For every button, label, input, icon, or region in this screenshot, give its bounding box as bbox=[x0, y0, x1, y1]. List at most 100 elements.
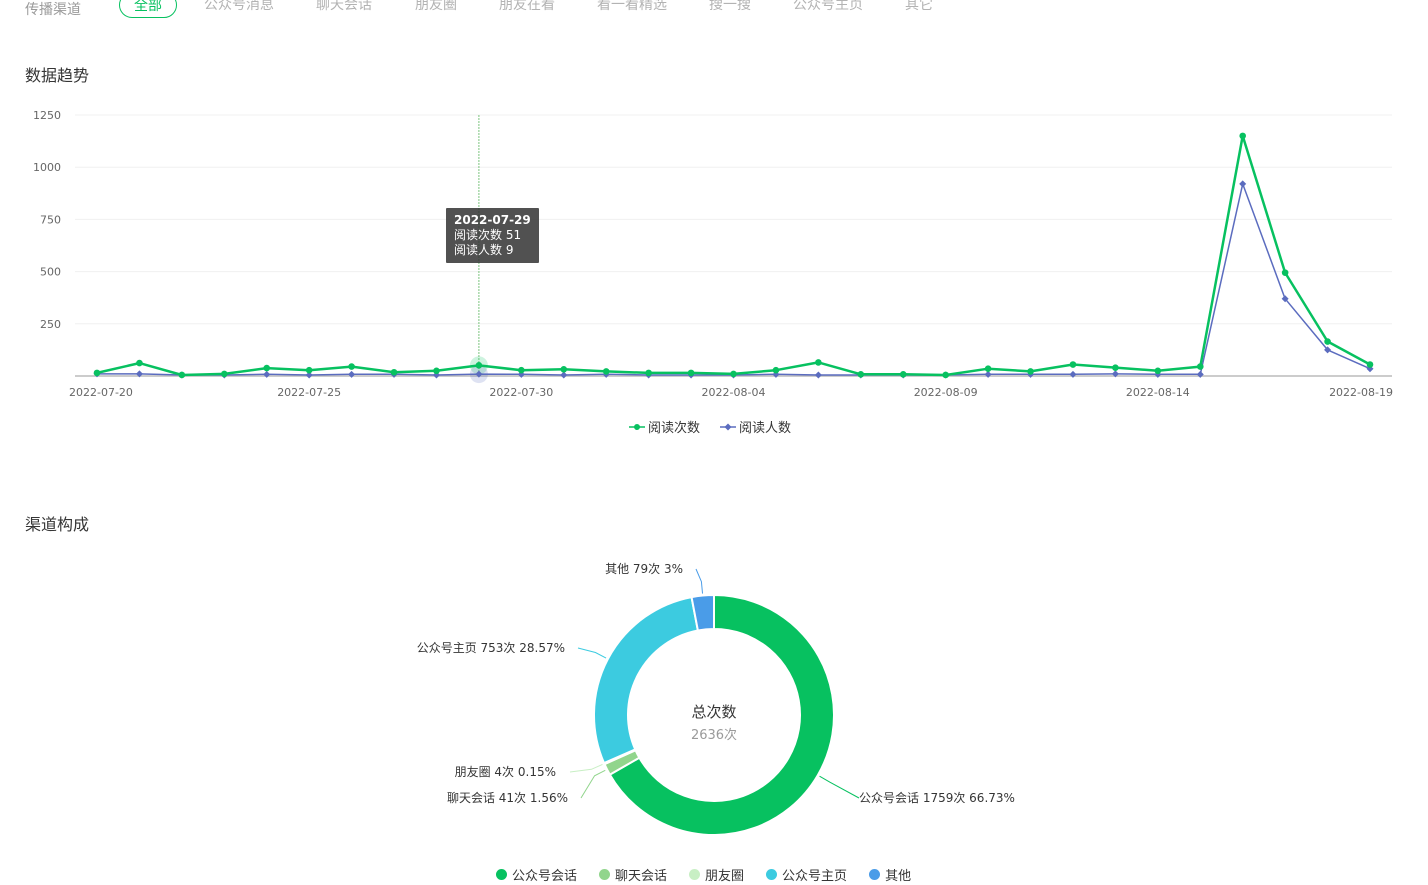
x-tick-label: 2022-07-25 bbox=[277, 386, 341, 399]
point-readers bbox=[1239, 180, 1247, 188]
x-tick-label: 2022-08-14 bbox=[1126, 386, 1190, 399]
filter-tab-all[interactable]: 全部 bbox=[119, 0, 177, 18]
channel-filter-bar: 传播渠道 全部 公众号消息 聊天会话 朋友圈 朋友在看 看一看精选 搜一搜 公众… bbox=[0, 0, 1428, 20]
filter-tab-chat[interactable]: 聊天会话 bbox=[316, 0, 372, 18]
point-reads bbox=[1069, 361, 1077, 368]
point-reads bbox=[433, 367, 440, 375]
point-reads bbox=[178, 371, 186, 379]
legend-label-other: 其他 bbox=[885, 869, 912, 884]
legend-item-other[interactable]: 其他 bbox=[869, 865, 911, 884]
point-reads bbox=[645, 369, 652, 377]
trend-tooltip: 2022-07-29 阅读次数 51 阅读人数 9 bbox=[446, 208, 539, 263]
purple-diamond-marker-icon bbox=[720, 423, 737, 430]
point-reads bbox=[857, 371, 865, 378]
point-reads bbox=[305, 366, 313, 374]
composition-legend: 公众号会话 聊天会话 朋友圈 公众号主页 其他 bbox=[496, 865, 911, 884]
point-reads bbox=[1154, 367, 1162, 375]
series-line-readers bbox=[97, 183, 1371, 376]
filter-tab-top-stories[interactable]: 看一看精选 bbox=[597, 0, 667, 18]
point-reads bbox=[942, 371, 949, 379]
light-green-dot-icon bbox=[599, 869, 611, 880]
point-reads bbox=[518, 366, 525, 374]
filter-tab-other[interactable]: 其它 bbox=[905, 0, 933, 18]
green-circle-marker-icon bbox=[629, 423, 645, 430]
point-readers bbox=[1069, 370, 1077, 378]
legend-label-account-session: 公众号会话 bbox=[512, 869, 578, 884]
filter-tab-account-message[interactable]: 公众号消息 bbox=[204, 0, 274, 18]
point-reads bbox=[772, 366, 780, 374]
point-reads bbox=[730, 370, 737, 378]
tooltip-reads: 阅读次数 51 bbox=[454, 228, 522, 242]
point-readers bbox=[348, 370, 356, 378]
point-reads bbox=[475, 362, 483, 369]
point-reads bbox=[1366, 361, 1374, 368]
tooltip-date: 2022-07-29 bbox=[454, 213, 531, 227]
pale-green-dot-icon bbox=[689, 869, 701, 880]
trend-x-axis: 2022-07-20 2022-07-25 2022-07-30 2022-08-04… bbox=[69, 386, 1393, 399]
point-reads bbox=[1239, 132, 1246, 140]
cyan-dot-icon bbox=[766, 869, 778, 880]
green-dot-icon bbox=[496, 869, 507, 880]
y-tick-label: 1000 bbox=[33, 161, 61, 174]
point-reads bbox=[221, 370, 228, 378]
legend-label-chat: 聊天会话 bbox=[615, 869, 668, 884]
donut-center-title: 总次数 bbox=[691, 703, 737, 721]
slice-label: 其他 79次 3% bbox=[605, 562, 683, 576]
x-tick-label: 2022-07-20 bbox=[69, 386, 133, 399]
x-tick-label: 2022-08-19 bbox=[1329, 386, 1393, 399]
legend-label-moments: 朋友圈 bbox=[705, 869, 745, 884]
y-tick-label: 1250 bbox=[33, 109, 61, 122]
slice-label: 公众号会话 1759次 66.73% bbox=[859, 791, 1015, 805]
legend-item-account-home[interactable]: 公众号主页 bbox=[766, 865, 847, 884]
y-tick-label: 750 bbox=[40, 213, 61, 226]
point-reads bbox=[1281, 269, 1289, 276]
point-readers bbox=[814, 371, 822, 379]
point-reads bbox=[263, 364, 271, 372]
leader-line bbox=[819, 775, 860, 799]
legend-label-readers: 阅读人数 bbox=[739, 421, 792, 436]
point-reads bbox=[1027, 368, 1034, 375]
filter-tab-account-home[interactable]: 公众号主页 bbox=[793, 0, 863, 18]
legend-item-readers[interactable]: 阅读人数 bbox=[720, 417, 791, 436]
point-reads bbox=[1324, 338, 1331, 345]
trend-section-title: 数据趋势 bbox=[25, 66, 90, 85]
x-tick-label: 2022-08-09 bbox=[914, 386, 978, 399]
point-reads bbox=[984, 365, 992, 372]
legend-label-reads: 阅读次数 bbox=[648, 421, 701, 436]
point-reads bbox=[93, 369, 101, 377]
trend-legend: 阅读次数 阅读人数 bbox=[629, 417, 791, 436]
y-tick-label: 250 bbox=[40, 318, 61, 331]
point-reads bbox=[1112, 364, 1119, 371]
blue-dot-icon bbox=[869, 869, 881, 880]
tooltip-readers: 阅读人数 9 bbox=[454, 243, 514, 257]
point-reads bbox=[560, 366, 568, 373]
point-readers bbox=[263, 370, 271, 378]
legend-item-reads[interactable]: 阅读次数 bbox=[629, 417, 700, 436]
slice-label: 朋友圈 4次 0.15% bbox=[455, 765, 556, 779]
point-reads bbox=[348, 363, 355, 370]
legend-item-account-session[interactable]: 公众号会话 bbox=[496, 865, 577, 884]
legend-label-account-home: 公众号主页 bbox=[782, 869, 848, 884]
legend-item-chat[interactable]: 聊天会话 bbox=[599, 865, 667, 884]
leader-line bbox=[569, 763, 603, 773]
filter-tab-moments[interactable]: 朋友圈 bbox=[415, 0, 457, 18]
legend-item-moments[interactable]: 朋友圈 bbox=[689, 865, 744, 884]
filter-tab-search[interactable]: 搜一搜 bbox=[709, 0, 751, 18]
y-tick-label: 500 bbox=[40, 266, 61, 279]
x-tick-label: 2022-07-30 bbox=[489, 386, 553, 399]
point-reads bbox=[899, 371, 907, 378]
point-reads bbox=[1196, 363, 1204, 370]
trend-line-chart[interactable]: 25050075010001250 2022-07-20 2022-07-25 20… bbox=[0, 96, 1428, 406]
point-reads bbox=[815, 359, 822, 366]
point-reads bbox=[390, 368, 398, 376]
series-line-reads bbox=[96, 134, 1371, 377]
x-tick-label: 2022-08-04 bbox=[702, 386, 766, 399]
donut-center-value: 2636次 bbox=[690, 728, 738, 743]
filter-tab-friends-watching[interactable]: 朋友在看 bbox=[499, 0, 555, 18]
trend-y-axis: 250 500 750 1000 1250 bbox=[33, 109, 61, 331]
slice-label: 聊天会话 41次 1.56% bbox=[447, 791, 568, 805]
trend-series-points bbox=[93, 132, 1374, 379]
trend-gridlines bbox=[75, 114, 1392, 377]
point-reads bbox=[136, 359, 143, 367]
filter-label: 传播渠道 bbox=[25, 2, 81, 18]
